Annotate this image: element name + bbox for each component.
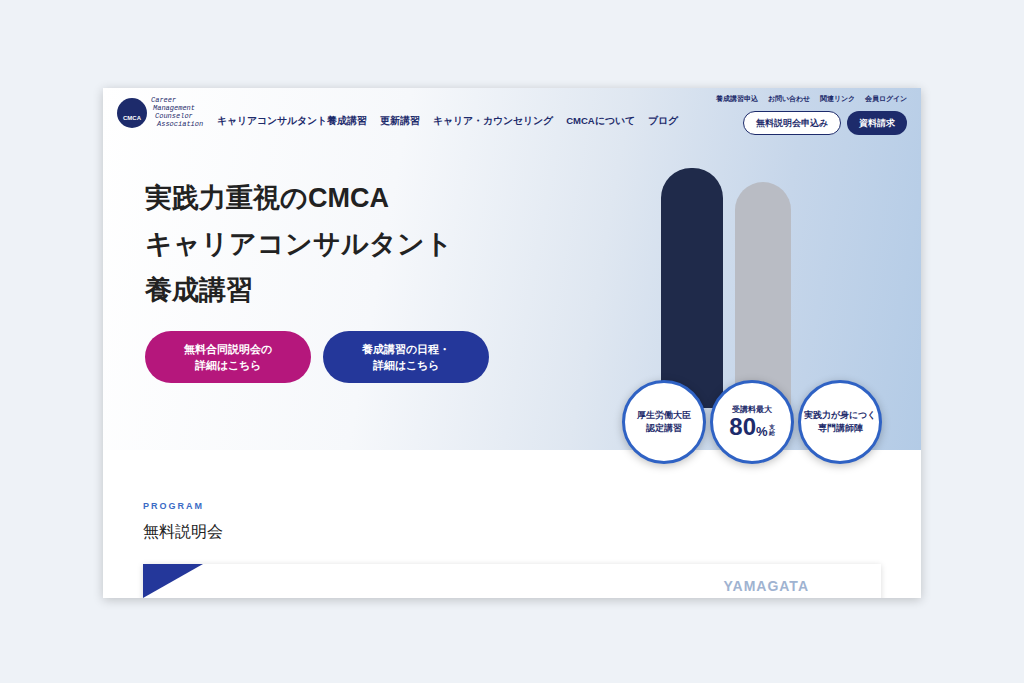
program-section: PROGRAM 無料説明会 YAMAGATA: [103, 450, 921, 598]
hero-button[interactable]: 養成講習の日程・詳細はこちら: [323, 331, 489, 383]
feature-badge: 厚生労働大臣認定講習: [622, 380, 706, 464]
utility-link[interactable]: お問い合わせ: [768, 94, 810, 105]
hero-photo: [643, 168, 813, 413]
nav-item[interactable]: ブログ: [648, 114, 678, 128]
website-frame: CMCACareerManagementCounselorAssociation…: [103, 88, 921, 598]
section-title: 無料説明会: [143, 520, 881, 544]
header-button[interactable]: 無料説明会申込み: [743, 111, 841, 136]
logo[interactable]: CMCACareerManagementCounselorAssociation: [117, 96, 203, 128]
header-button[interactable]: 資料請求: [847, 111, 907, 136]
feature-badge: 実践力が身につく専門講師陣: [798, 380, 882, 464]
hero-button[interactable]: 無料合同説明会の詳細はこちら: [145, 331, 311, 383]
logo-mark-icon: CMCA: [117, 98, 147, 128]
feature-badge: 受講料最大80%支給: [710, 380, 794, 464]
card-corner-icon: [143, 564, 203, 598]
section-eyebrow: PROGRAM: [143, 500, 881, 514]
nav-item[interactable]: キャリアコンサルタント養成講習: [217, 114, 367, 128]
nav-item[interactable]: 更新講習: [380, 114, 420, 128]
feature-badges: 厚生労働大臣認定講習受講料最大80%支給実践力が身につく専門講師陣: [622, 380, 882, 464]
hero-title: 実践力重視のCMCAキャリアコンサルタント養成講習: [145, 175, 921, 313]
card-region: YAMAGATA: [723, 576, 809, 599]
nav-item[interactable]: CMCAについて: [566, 114, 635, 128]
utility-link[interactable]: 養成講習申込: [716, 94, 758, 105]
hero: CMCACareerManagementCounselorAssociation…: [103, 88, 921, 450]
utility-link[interactable]: 会員ログイン: [865, 94, 907, 105]
utility-link[interactable]: 関連リンク: [820, 94, 855, 105]
utility-links: 養成講習申込お問い合わせ関連リンク会員ログイン: [716, 94, 907, 105]
page: CMCACareerManagementCounselorAssociation…: [0, 0, 1024, 683]
main-nav: キャリアコンサルタント養成講習更新講習キャリア・カウンセリング CMCAについてブ…: [217, 114, 678, 128]
seminar-card[interactable]: YAMAGATA: [143, 564, 881, 599]
header: CMCACareerManagementCounselorAssociation…: [103, 88, 921, 135]
nav-item[interactable]: キャリア・カウンセリング: [433, 114, 553, 128]
